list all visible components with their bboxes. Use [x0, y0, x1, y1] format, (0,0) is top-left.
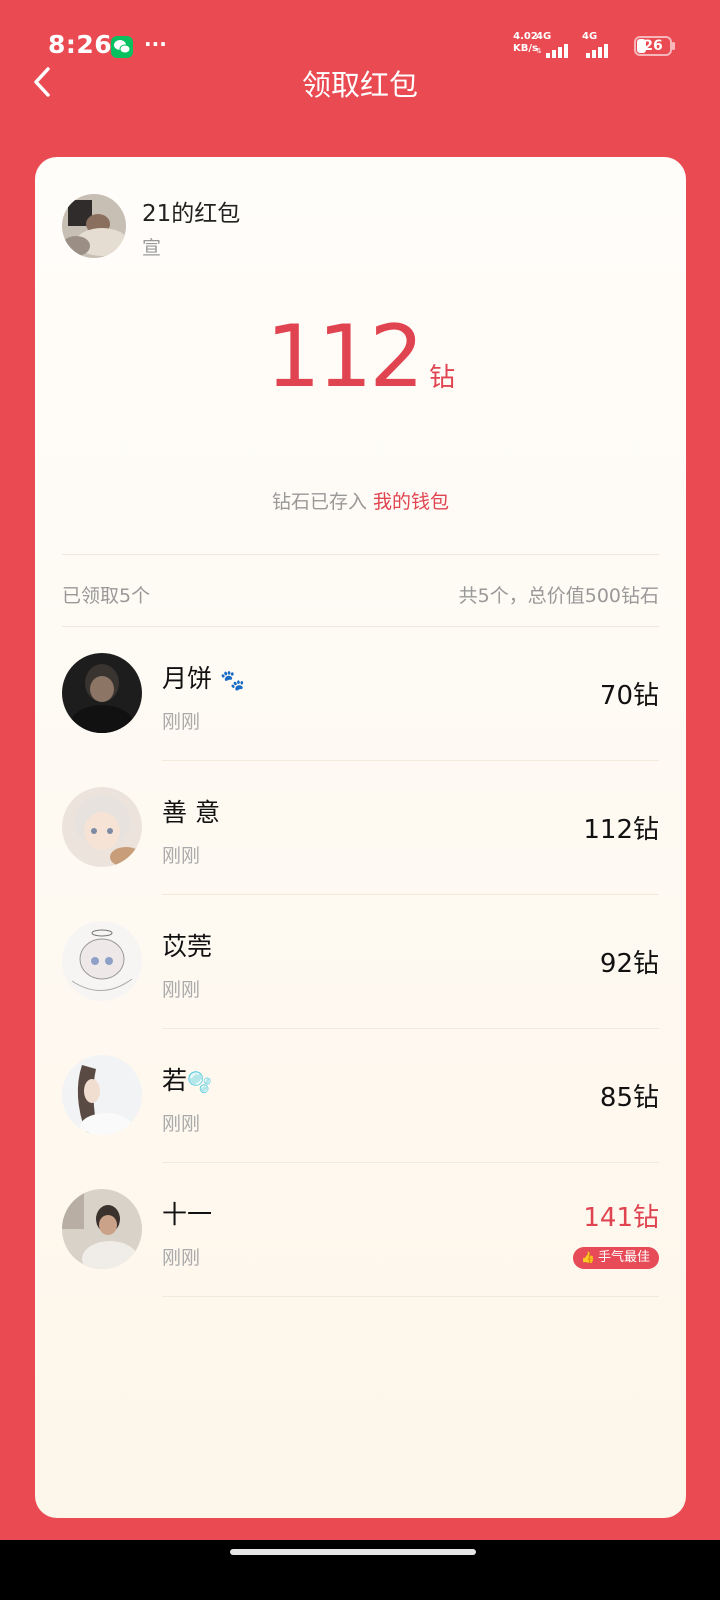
record-name: 十一 [162, 1195, 212, 1231]
thumbs-up-icon: 👍 [581, 1251, 595, 1264]
record-row[interactable]: 十一 刚刚 141钻 👍 手气最佳 [35, 1163, 686, 1297]
record-time: 刚刚 [162, 979, 201, 1001]
record-time: 刚刚 [162, 1247, 201, 1269]
signal-1-label: 4G [536, 31, 552, 42]
signal-2-label: 4G [582, 31, 598, 42]
red-packet-message: 宣 [142, 237, 162, 259]
record-time: 刚刚 [162, 1113, 201, 1135]
record-name-text: 若 [162, 1066, 188, 1095]
record-amount: 112钻 [583, 815, 659, 845]
svg-text:⇅: ⇅ [536, 47, 542, 55]
record-name-text: 月饼 [162, 664, 213, 693]
best-luck-label: 手气最佳 [597, 1250, 650, 1265]
network-speed-value: 4.02 [513, 31, 538, 42]
page-title: 领取红包 [301, 68, 418, 102]
record-name: 善 意 [162, 793, 220, 829]
my-wallet-link[interactable]: 我的钱包 [373, 491, 449, 513]
avatar[interactable] [62, 1189, 142, 1269]
avatar[interactable] [62, 653, 142, 733]
status-time: 8:26 [48, 30, 113, 59]
record-name: 苡莞 [162, 927, 212, 963]
home-indicator[interactable] [230, 1549, 476, 1555]
record-name-text: 十一 [162, 1200, 213, 1229]
record-amount: 141钻 [583, 1203, 659, 1233]
claimed-count: 已领取5个 [62, 585, 151, 607]
wallet-notice: 钻石已存入 我的钱包 [35, 487, 686, 514]
record-name: 月饼 🐾 [162, 659, 245, 695]
avatar[interactable] [62, 1055, 142, 1135]
record-row[interactable]: 苡莞 刚刚 92钻 [35, 895, 686, 1029]
network-speed-unit: KB/s [513, 43, 538, 54]
avatar[interactable] [62, 921, 142, 1001]
network-speed: 4.02 KB/s [513, 31, 538, 55]
battery-level: 26 [643, 38, 663, 54]
battery-icon: 26 [634, 36, 675, 56]
amount-value: 112 [265, 307, 424, 407]
wechat-icon [111, 36, 133, 58]
row-divider [162, 1296, 659, 1297]
paw-emoji-icon: 🐾 [219, 668, 245, 692]
red-packet-owner-title: 21的红包 [142, 201, 241, 227]
record-time: 刚刚 [162, 845, 201, 867]
more-notifications-icon: ··· [144, 32, 167, 56]
received-amount: 112 钻 [35, 307, 686, 407]
record-row[interactable]: 善 意 刚刚 112钻 [35, 761, 686, 895]
record-amount: 92钻 [599, 949, 659, 979]
amount-unit: 钻 [429, 363, 456, 393]
stored-text: 钻石已存入 [271, 491, 367, 513]
record-amount: 70钻 [599, 681, 659, 711]
record-row[interactable]: 月饼 🐾 刚刚 70钻 [35, 627, 686, 761]
record-name-text: 善 意 [162, 798, 220, 827]
divider [62, 554, 659, 555]
best-luck-badge: 👍 手气最佳 [573, 1247, 659, 1269]
total-summary: 共5个，总价值500钻石 [458, 585, 659, 607]
record-amount: 85钻 [599, 1083, 659, 1113]
record-name-text: 苡莞 [162, 932, 213, 961]
avatar[interactable] [62, 787, 142, 867]
bubbles-emoji-icon: 🫧 [187, 1070, 212, 1094]
record-row[interactable]: 若🫧 刚刚 85钻 [35, 1029, 686, 1163]
record-name: 若🫧 [162, 1061, 212, 1097]
owner-avatar[interactable] [62, 194, 126, 258]
red-packet-card: 21的红包 宣 112 钻 钻石已存入 我的钱包 已领取5个 共5个，总价值500钻… [35, 157, 686, 1518]
record-time: 刚刚 [162, 711, 201, 733]
